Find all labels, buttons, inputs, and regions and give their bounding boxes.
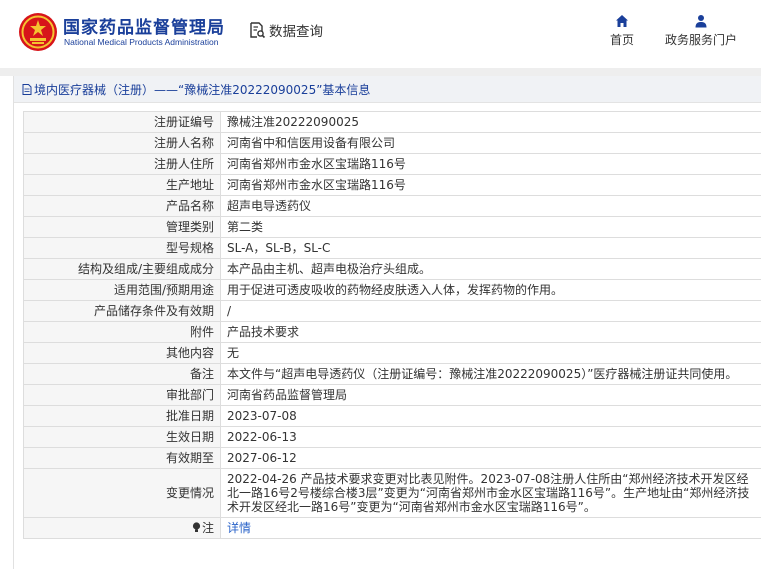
field-value: SL-A，SL-B，SL-C — [220, 237, 761, 259]
nav-service-portal[interactable]: 政务服务门户 — [665, 14, 737, 48]
field-label: 管理类别 — [23, 216, 221, 238]
note-value: 详情 — [220, 517, 761, 539]
table-row: 管理类别 第二类 — [23, 216, 761, 238]
field-label: 结构及组成/主要组成成分 — [23, 258, 221, 280]
field-label: 变更情况 — [23, 468, 221, 518]
table-row: 型号规格 SL-A，SL-B，SL-C — [23, 237, 761, 259]
field-value: 2027-06-12 — [220, 447, 761, 469]
document-icon — [22, 83, 32, 95]
table-row: 产品储存条件及有效期 / — [23, 300, 761, 322]
home-icon — [616, 15, 628, 27]
field-label: 审批部门 — [23, 384, 221, 406]
table-row: 适用范围/预期用途 用于促进可透皮吸收的药物经皮肤透入人体，发挥药物的作用。 — [23, 279, 761, 301]
field-label: 型号规格 — [23, 237, 221, 259]
table-row: 注 详情 — [23, 517, 761, 539]
field-label: 生产地址 — [23, 174, 221, 196]
table-row: 注册人名称 河南省中和信医用设备有限公司 — [23, 132, 761, 154]
field-value: 超声电导透药仪 — [220, 195, 761, 217]
field-value: 河南省药品监督管理局 — [220, 384, 761, 406]
search-document-icon — [250, 22, 266, 39]
field-value: / — [220, 300, 761, 322]
emblem-logo — [19, 13, 57, 51]
table-row: 审批部门 河南省药品监督管理局 — [23, 384, 761, 406]
field-value: 2022-06-13 — [220, 426, 761, 448]
field-value: 第二类 — [220, 216, 761, 238]
org-name-en: National Medical Products Administration — [64, 37, 219, 47]
table-row: 附件 产品技术要求 — [23, 321, 761, 343]
table-row: 生产地址 河南省郑州市金水区宝瑞路116号 — [23, 174, 761, 196]
panel-title-text: 境内医疗器械（注册）——“豫械注准20222090025”基本信息 — [34, 82, 371, 97]
table-row: 有效期至 2027-06-12 — [23, 447, 761, 469]
field-value: 本产品由主机、超声电极治疗头组成。 — [220, 258, 761, 280]
panel-title: 境内医疗器械（注册）——“豫械注准20222090025”基本信息 — [14, 76, 761, 103]
table-row: 变更情况 2022-04-26 产品技术要求变更对比表见附件。2023-07-08… — [23, 468, 761, 518]
field-value: 用于促进可透皮吸收的药物经皮肤透入人体，发挥药物的作用。 — [220, 279, 761, 301]
field-label: 注册人名称 — [23, 132, 221, 154]
details-link[interactable]: 详情 — [227, 521, 251, 535]
field-value: 产品技术要求 — [220, 321, 761, 343]
lightbulb-icon — [192, 522, 201, 532]
table-row: 批准日期 2023-07-08 — [23, 405, 761, 427]
field-value: 2023-07-08 — [220, 405, 761, 427]
detail-panel: 境内医疗器械（注册）——“豫械注准20222090025”基本信息 注册证编号豫… — [13, 76, 761, 569]
field-label: 其他内容 — [23, 342, 221, 364]
user-icon — [695, 15, 707, 28]
field-value: 2022-04-26 产品技术要求变更对比表见附件。2023-07-08注册人住… — [220, 468, 761, 518]
field-label: 附件 — [23, 321, 221, 343]
field-label: 产品储存条件及有效期 — [23, 300, 221, 322]
header-divider — [0, 68, 761, 76]
nav-home-label: 首页 — [610, 33, 635, 47]
table-row: 注册人住所 河南省郑州市金水区宝瑞路116号 — [23, 153, 761, 175]
field-label: 批准日期 — [23, 405, 221, 427]
field-value: 本文件与“超声电导透药仪（注册证编号：豫械注准20222090025）”医疗器械… — [220, 363, 761, 385]
field-value: 河南省中和信医用设备有限公司 — [220, 132, 761, 154]
field-label: 有效期至 — [23, 447, 221, 469]
field-label: 适用范围/预期用途 — [23, 279, 221, 301]
field-value: 豫械注准20222090025 — [220, 111, 761, 133]
field-label: 生效日期 — [23, 426, 221, 448]
site-header: 国家药品监督管理局 National Medical Products Admi… — [0, 0, 761, 68]
table-row: 其他内容无 — [23, 342, 761, 364]
field-label: 注册人住所 — [23, 153, 221, 175]
table-row: 结构及组成/主要组成成分 本产品由主机、超声电极治疗头组成。 — [23, 258, 761, 280]
field-value: 河南省郑州市金水区宝瑞路116号 — [220, 153, 761, 175]
field-label: 备注 — [23, 363, 221, 385]
table-row: 备注 本文件与“超声电导透药仪（注册证编号：豫械注准20222090025）”医疗… — [23, 363, 761, 385]
table-row: 注册证编号 豫械注准20222090025 — [23, 111, 761, 133]
record-table: 注册证编号 豫械注准20222090025 注册人名称 河南省中和信医用设备有限公司… — [23, 111, 761, 539]
data-query-label: 数据查询 — [269, 24, 323, 40]
org-name-cn: 国家药品监督管理局 — [63, 18, 225, 38]
nav-service-portal-label: 政务服务门户 — [665, 33, 738, 47]
field-label: 注册证编号 — [23, 111, 221, 133]
table-row: 生效日期 2022-06-13 — [23, 426, 761, 448]
field-value: 无 — [220, 342, 761, 364]
note-label-cell: 注 — [23, 517, 221, 539]
nav-home[interactable]: 首页 — [610, 14, 634, 48]
field-label: 产品名称 — [23, 195, 221, 217]
note-label: 注 — [201, 521, 214, 535]
field-value: 河南省郑州市金水区宝瑞路116号 — [220, 174, 761, 196]
table-row: 产品名称 超声电导透药仪 — [23, 195, 761, 217]
data-query-link[interactable]: 数据查询 — [248, 20, 323, 40]
